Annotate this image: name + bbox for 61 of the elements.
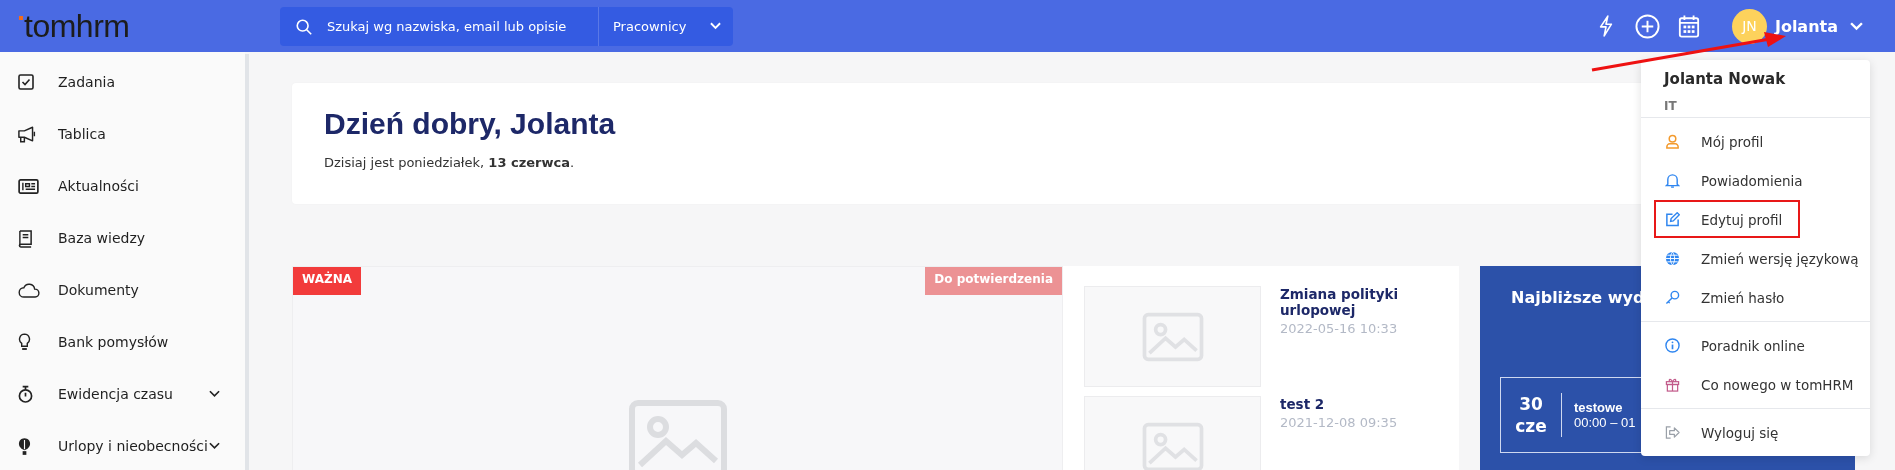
sidebar-item[interactable]: Zadania: [0, 56, 245, 108]
bell-icon: [1665, 173, 1680, 188]
image-placeholder-icon: [1141, 311, 1204, 362]
logo[interactable]: tomhrm: [0, 10, 262, 42]
thumbnail-placeholder[interactable]: [1084, 286, 1261, 387]
sidebar-item[interactable]: Tablica: [0, 108, 245, 160]
event-title: testowe: [1574, 400, 1624, 415]
menu-item[interactable]: Powiadomienia: [1641, 161, 1870, 200]
greeting-subtitle: Dzisiaj jest poniedziałek, 13 czerwca.: [324, 155, 576, 170]
globe-icon: [1665, 251, 1680, 266]
lightbulb-icon: [18, 332, 31, 352]
sidebar-item[interactable]: Aktualności: [0, 160, 245, 212]
add-icon[interactable]: [1634, 13, 1660, 39]
megaphone-icon: [18, 125, 38, 143]
gift-icon: [1665, 377, 1680, 392]
sidebar-item[interactable]: Bank pomysłów: [0, 316, 245, 368]
menu-item[interactable]: Mój profil: [1641, 122, 1870, 161]
cloud-icon: [18, 282, 41, 298]
event-day: 30: [1519, 392, 1543, 415]
menu-item[interactable]: Zmień wersję językową: [1641, 239, 1870, 278]
search-field[interactable]: Szukaj wg nazwiska, email lub opisie: [280, 6, 598, 46]
scope-dropdown[interactable]: Pracownicy: [598, 6, 733, 46]
checkbox-icon: [18, 74, 34, 90]
avatar: JN: [1731, 8, 1767, 44]
user-department: IT: [1664, 99, 1678, 113]
stopwatch-icon: [18, 384, 33, 404]
news-date: 2022-05-16 10:33: [1280, 321, 1399, 337]
news-date: 2021-12-08 09:35: [1280, 415, 1399, 431]
menu-item[interactable]: Co nowego w tomHRM: [1641, 365, 1870, 404]
image-placeholder-icon: [627, 399, 728, 470]
status-badge: Do potwierdzenia: [925, 267, 1062, 295]
sidebar-item[interactable]: Urlopy i nieobecności: [0, 420, 245, 470]
event-month: cze: [1515, 415, 1547, 438]
greeting-title: Dzień dobry, Jolanta: [324, 107, 617, 141]
featured-post-card[interactable]: WAŻNA Do potwierdzenia: [292, 266, 1063, 470]
thumbnail-placeholder[interactable]: [1084, 396, 1261, 470]
info-icon: [1665, 338, 1680, 353]
event-time: 00:00 – 01: [1574, 415, 1636, 430]
sidebar-item[interactable]: Dokumenty: [0, 264, 245, 316]
book-icon: [18, 228, 33, 248]
image-placeholder-icon: [1141, 421, 1204, 470]
menu-item[interactable]: Zmień hasło: [1641, 278, 1870, 317]
news-title[interactable]: Zmiana polityki urlopowej: [1280, 286, 1450, 319]
menu-item[interactable]: Poradnik online: [1641, 326, 1870, 365]
newspaper-icon: [18, 178, 39, 194]
search-icon: [295, 17, 313, 36]
chevron-down-icon: [710, 22, 721, 30]
logout-icon: [1665, 425, 1680, 440]
sidebar-item[interactable]: Baza wiedzy: [0, 212, 245, 264]
menu-item[interactable]: Edytuj profil: [1641, 200, 1870, 239]
news-title[interactable]: test 2: [1280, 396, 1450, 413]
status-badge: WAŻNA: [293, 267, 361, 295]
key-icon: [1665, 290, 1680, 305]
menu-item[interactable]: Wyloguj się: [1641, 413, 1870, 452]
user-icon: [1665, 134, 1680, 149]
edit-icon: [1665, 212, 1680, 227]
chevron-down-icon: [1850, 21, 1863, 31]
balloon-icon: [18, 436, 31, 456]
calendar-icon[interactable]: [1677, 13, 1700, 39]
sidebar-item[interactable]: Ewidencja czasu: [0, 368, 245, 420]
user-full-name: Jolanta Nowak: [1664, 70, 1787, 88]
